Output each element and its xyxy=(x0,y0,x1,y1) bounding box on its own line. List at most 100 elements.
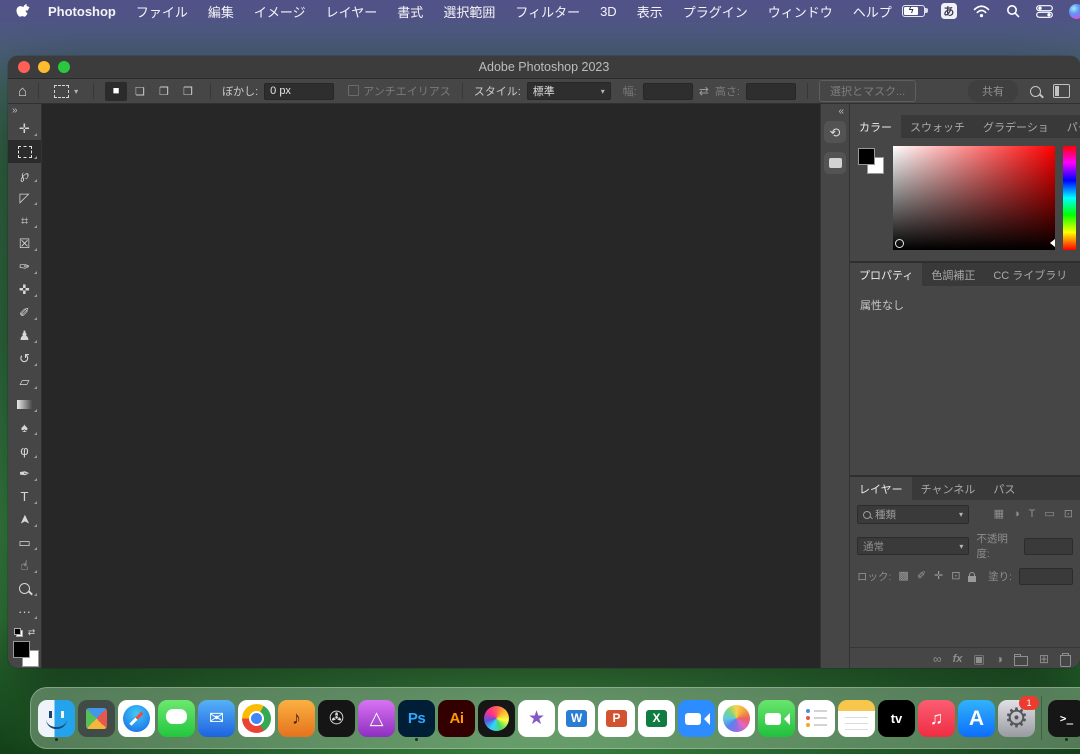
width-input[interactable] xyxy=(643,83,693,100)
subtract-from-selection-button[interactable]: ❐ xyxy=(153,82,175,101)
zoom-app[interactable] xyxy=(678,700,715,737)
antialias-checkbox[interactable]: アンチエイリアス xyxy=(348,83,451,99)
color-swatches[interactable] xyxy=(12,641,38,667)
filter-adjustment-layers-icon[interactable]: ◑ xyxy=(1013,509,1020,520)
home-icon[interactable]: ⌂ xyxy=(18,83,27,100)
microsoft-powerpoint[interactable]: P xyxy=(598,700,635,737)
search-icon[interactable] xyxy=(1030,86,1041,97)
expand-panels-icon[interactable]: « xyxy=(838,104,849,121)
add-layer-mask-icon[interactable]: ▣ xyxy=(973,653,984,665)
lock-artboard-icon[interactable]: ⊡ xyxy=(951,571,960,582)
frame-tool[interactable]: ☒ xyxy=(8,232,41,255)
menu-select[interactable]: 選択範囲 xyxy=(433,2,505,21)
new-adjustment-layer-icon[interactable]: ◑ xyxy=(996,653,1003,665)
imovie[interactable]: ★ xyxy=(518,700,555,737)
microsoft-excel[interactable]: X xyxy=(638,700,675,737)
canvas-area[interactable] xyxy=(42,104,820,668)
menu-filter[interactable]: フィルター xyxy=(505,2,590,21)
menu-layer[interactable]: レイヤー xyxy=(316,2,388,21)
tab-gradients[interactable]: グラデーショ xyxy=(974,115,1058,138)
finder[interactable] xyxy=(38,700,75,737)
tab-layers[interactable]: レイヤー xyxy=(850,477,912,500)
share-button[interactable]: 共有 xyxy=(968,80,1018,102)
mail[interactable]: ✉ xyxy=(198,700,235,737)
foreground-color-swatch[interactable] xyxy=(13,641,30,658)
photoshop[interactable]: Ps xyxy=(398,700,435,737)
tab-paths[interactable]: パス xyxy=(984,477,1024,500)
pen-tool[interactable]: ✒ xyxy=(8,462,41,485)
new-group-icon[interactable] xyxy=(1014,656,1028,666)
gradient-tool[interactable] xyxy=(8,393,41,416)
tab-swatches[interactable]: スウォッチ xyxy=(901,115,974,138)
system-settings[interactable]: ⚙ 1 xyxy=(998,700,1035,737)
garageband[interactable]: ♪ xyxy=(278,700,315,737)
foreground-color-swatch[interactable] xyxy=(858,148,875,165)
reminders[interactable] xyxy=(798,700,835,737)
height-input[interactable] xyxy=(746,83,796,100)
menu-edit[interactable]: 編集 xyxy=(198,2,244,21)
facetime[interactable] xyxy=(758,700,795,737)
tab-patterns[interactable]: パターン xyxy=(1058,115,1080,138)
dock-separator[interactable] xyxy=(1038,696,1045,740)
history-brush-tool[interactable]: ↺ xyxy=(8,347,41,370)
move-tool[interactable]: ✛ xyxy=(8,117,41,140)
default-colors-icon[interactable] xyxy=(14,628,23,637)
siri-icon[interactable] xyxy=(1069,4,1080,19)
layer-style-icon[interactable]: fx xyxy=(953,654,963,665)
zoom-tool[interactable] xyxy=(8,577,41,600)
clone-stamp-tool[interactable]: ♟ xyxy=(8,324,41,347)
select-and-mask-button[interactable]: 選択とマスク... xyxy=(819,80,916,102)
lasso-tool[interactable]: ℘ xyxy=(8,163,41,186)
notes[interactable] xyxy=(838,700,875,737)
color-picker-marker[interactable] xyxy=(895,239,904,248)
delete-layer-icon[interactable] xyxy=(1060,655,1071,667)
style-select[interactable]: 標準▾ xyxy=(527,82,611,100)
toolbar-expand-icon[interactable]: » xyxy=(8,104,22,117)
swap-width-height-icon[interactable]: ⇄ xyxy=(699,84,709,98)
menu-3d[interactable]: 3D xyxy=(590,4,627,19)
opacity-input[interactable] xyxy=(1024,538,1073,555)
menu-help[interactable]: ヘルプ xyxy=(843,2,902,21)
edit-toolbar-button[interactable]: ··· xyxy=(8,600,41,623)
hand-tool[interactable]: ☝ xyxy=(8,554,41,577)
photos[interactable] xyxy=(718,700,755,737)
brush-tool[interactable]: ✐ xyxy=(8,301,41,324)
lock-image-pixels-icon[interactable]: ✐ xyxy=(917,571,926,582)
link-layers-icon[interactable]: ∞ xyxy=(933,653,942,665)
lock-position-icon[interactable]: ✛ xyxy=(934,571,943,582)
spot-healing-brush-tool[interactable]: ✜ xyxy=(8,278,41,301)
wifi-icon[interactable] xyxy=(973,5,990,18)
illustrator[interactable]: Ai xyxy=(438,700,475,737)
menu-type[interactable]: 書式 xyxy=(387,2,433,21)
menu-file[interactable]: ファイル xyxy=(126,2,198,21)
chrome[interactable] xyxy=(238,700,275,737)
layer-filter-search[interactable]: 種類 ▾ xyxy=(857,505,969,524)
type-tool[interactable]: T xyxy=(8,485,41,508)
workspace-switcher-icon[interactable] xyxy=(1053,84,1070,98)
spotlight-search-icon[interactable] xyxy=(1006,4,1020,18)
filter-smart-objects-icon[interactable]: ⊡ xyxy=(1064,509,1073,520)
dodge-tool[interactable]: φ xyxy=(8,439,41,462)
feather-input[interactable]: 0 px xyxy=(264,83,334,100)
apple-tv[interactable]: tv xyxy=(878,700,915,737)
rectangular-marquee-tool[interactable] xyxy=(8,140,41,163)
intersect-selection-button[interactable]: ❒ xyxy=(177,82,199,101)
control-center-icon[interactable] xyxy=(1036,5,1053,18)
eyedropper-tool[interactable]: ✑ xyxy=(8,255,41,278)
tab-properties[interactable]: プロパティ xyxy=(850,263,922,286)
filter-type-layers-icon[interactable]: T xyxy=(1029,509,1036,520)
crop-tool[interactable]: ⌗ xyxy=(8,209,41,232)
filter-shape-layers-icon[interactable]: ▭ xyxy=(1044,509,1054,520)
apple-menu[interactable] xyxy=(12,3,38,19)
lock-all-icon[interactable] xyxy=(968,576,976,582)
new-selection-button[interactable]: ■ xyxy=(105,82,127,101)
menu-plugins[interactable]: プラグイン xyxy=(673,2,758,21)
saturation-brightness-field[interactable] xyxy=(893,146,1055,250)
messages[interactable] xyxy=(158,700,195,737)
final-cut-pro[interactable] xyxy=(478,700,515,737)
object-selection-tool[interactable]: ◸ xyxy=(8,186,41,209)
lock-transparent-pixels-icon[interactable]: ▩ xyxy=(898,571,908,582)
history-panel-icon[interactable]: ⟲ xyxy=(824,121,846,143)
comments-panel-icon[interactable] xyxy=(824,152,846,174)
launchpad[interactable] xyxy=(78,700,115,737)
